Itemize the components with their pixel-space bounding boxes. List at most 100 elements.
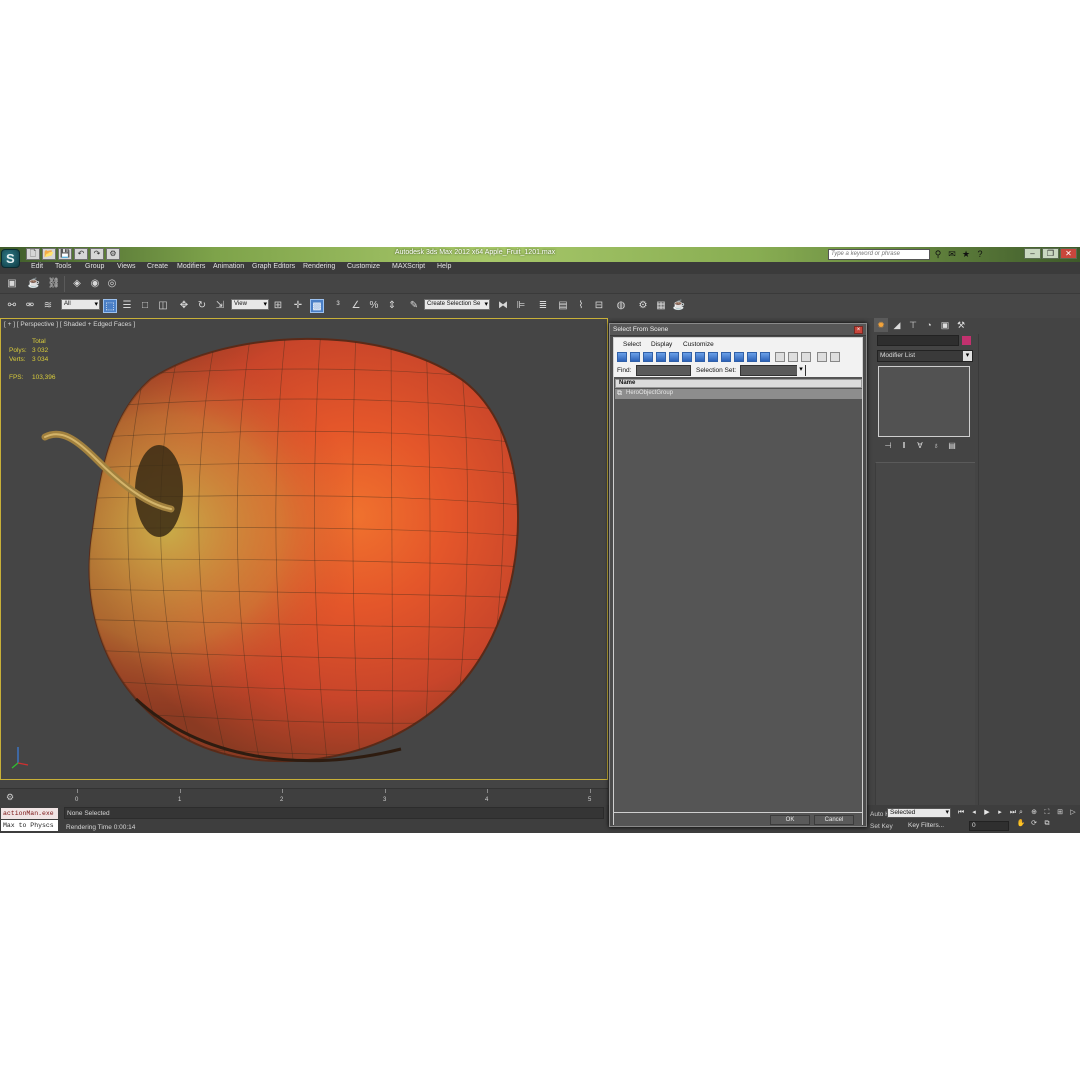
select-all-icon[interactable] — [775, 352, 785, 362]
zoom-extents-all-icon[interactable]: ⊞ — [1054, 808, 1066, 818]
zoom-extents-icon[interactable]: ⛶ — [1041, 808, 1053, 818]
field-of-view-icon[interactable]: ▷ — [1067, 808, 1079, 818]
spinner-snap-icon[interactable]: ⇕ — [385, 299, 399, 313]
select-by-name-icon[interactable]: ☰ — [120, 299, 134, 313]
maximize-viewport-icon[interactable]: ⧉ — [1041, 819, 1053, 829]
column-header[interactable]: Name — [615, 379, 862, 388]
orbit-icon[interactable]: ⟳ — [1028, 819, 1040, 829]
hierarchy-icon[interactable] — [830, 352, 840, 362]
menu-group[interactable]: Group — [85, 263, 104, 270]
make-unique-icon[interactable]: ∀ — [914, 440, 926, 452]
material-editor-icon[interactable]: ◍ — [614, 299, 628, 313]
go-to-start-icon[interactable]: ⏮ — [955, 808, 967, 818]
dialog-close-button[interactable]: × — [854, 326, 863, 334]
selection-set-dropdown[interactable] — [740, 365, 806, 376]
window-crossing-icon[interactable]: ◫ — [156, 299, 170, 313]
timeline[interactable]: ⚙ 0 1 2 3 4 5 — [0, 788, 608, 805]
graphite-ribbon-icon[interactable]: ▤ — [556, 299, 570, 313]
helpers-filter-icon[interactable] — [669, 352, 679, 362]
brush-select-icon[interactable]: ◈ — [70, 277, 84, 291]
xrefs-filter-icon[interactable] — [708, 352, 718, 362]
save-file-icon[interactable]: 💾 — [58, 248, 72, 260]
dialog-menu-select[interactable]: Select — [623, 341, 641, 348]
bind-spacewarp-icon[interactable]: ≋ — [41, 299, 55, 313]
selection-filter-dropdown[interactable]: All — [61, 299, 100, 310]
next-frame-icon[interactable]: ▸ — [994, 808, 1006, 818]
align-icon[interactable]: ⊫ — [514, 299, 528, 313]
modify-tab-icon[interactable]: ◢ — [890, 318, 904, 332]
help-icon[interactable]: ? — [974, 248, 986, 260]
set-key-button[interactable]: Set Key — [870, 823, 893, 830]
curve-editor-icon[interactable]: ⌇ — [574, 299, 588, 313]
render-setup-icon[interactable]: ⚙ — [636, 299, 650, 313]
render-teapot-icon[interactable]: ☕ — [672, 299, 686, 313]
find-input[interactable] — [636, 365, 691, 376]
show-end-result-icon[interactable]: ‖ — [898, 440, 910, 452]
search-input[interactable]: Type a keyword or phrase — [828, 249, 930, 260]
menu-help[interactable]: Help — [437, 263, 451, 270]
pan-icon[interactable]: ✋ — [1015, 819, 1027, 829]
close-button[interactable]: ✕ — [1060, 248, 1077, 259]
link-icon[interactable]: ⛓ — [47, 277, 61, 291]
key-mode-dropdown[interactable]: Selected — [887, 808, 951, 818]
layer-manager-icon[interactable]: ≣ — [536, 299, 550, 313]
groups-filter-icon[interactable] — [695, 352, 705, 362]
hierarchy-tab-icon[interactable]: ⊤ — [906, 318, 920, 332]
edit-named-sets-icon[interactable]: ✎ — [407, 299, 421, 313]
list-item[interactable]: ⧉ HeroObjectGroup — [615, 389, 862, 399]
lights-filter-icon[interactable] — [643, 352, 653, 362]
keyboard-shortcut-icon[interactable]: ▩ — [310, 299, 324, 313]
cancel-button[interactable]: Cancel — [814, 815, 854, 825]
move-icon[interactable]: ✥ — [177, 299, 191, 313]
communication-icon[interactable]: ✉ — [946, 248, 958, 260]
modifier-stack[interactable] — [878, 366, 970, 437]
rotate-icon[interactable]: ↻ — [195, 299, 209, 313]
scale-icon[interactable]: ⇲ — [213, 299, 227, 313]
project-folder-icon[interactable]: ⚙ — [106, 248, 120, 260]
menu-graph-editors[interactable]: Graph Editors — [252, 263, 295, 270]
ok-button[interactable]: OK — [770, 815, 810, 825]
menu-maxscript[interactable]: MAXScript — [392, 263, 425, 270]
containers-filter-icon[interactable] — [734, 352, 744, 362]
trackbar-icon[interactable]: ⚙ — [6, 792, 14, 803]
select-none-icon[interactable] — [788, 352, 798, 362]
menu-create[interactable]: Create — [147, 263, 168, 270]
viewport-label[interactable]: [ + ] [ Perspective ] [ Shaded + Edged F… — [4, 321, 135, 328]
angle-snap-icon[interactable]: ∠ — [349, 299, 363, 313]
geometry-filter-icon[interactable] — [617, 352, 627, 362]
select-link-icon[interactable]: ⚯ — [5, 299, 19, 313]
app-menu-button[interactable]: S — [1, 249, 20, 268]
undo-icon[interactable]: ↶ — [74, 248, 88, 260]
maximize-button[interactable]: ❐ — [1042, 248, 1059, 259]
menu-customize[interactable]: Customize — [347, 263, 380, 270]
snap-toggle-icon[interactable]: ³ — [331, 299, 345, 313]
configure-sets-icon[interactable]: ▤ — [946, 440, 958, 452]
pivot-center-icon[interactable]: ⊞ — [271, 299, 285, 313]
display-tab-icon[interactable]: ▣ — [938, 318, 952, 332]
motion-tab-icon[interactable]: ◔ — [922, 318, 936, 332]
pin-stack-icon[interactable]: ⊣ — [882, 440, 894, 452]
binoculars-icon[interactable]: ⚲ — [932, 248, 944, 260]
new-file-icon[interactable]: 🗋 — [26, 248, 40, 260]
remove-modifier-icon[interactable]: ♁ — [930, 440, 942, 452]
key-filters-button[interactable]: Key Filters... — [908, 822, 944, 829]
dialog-title-bar[interactable]: Select From Scene × — [610, 324, 866, 336]
open-file-icon[interactable]: 📂 — [42, 248, 56, 260]
mirror-icon[interactable]: ⧓ — [496, 299, 510, 313]
redo-icon[interactable]: ↷ — [90, 248, 104, 260]
play-icon[interactable]: ▶ — [981, 808, 993, 818]
rect-region-icon[interactable]: □ — [138, 299, 152, 313]
menu-views[interactable]: Views — [117, 263, 136, 270]
frozen-filter-icon[interactable] — [747, 352, 757, 362]
menu-animation[interactable]: Animation — [213, 263, 244, 270]
hidden-filter-icon[interactable] — [760, 352, 770, 362]
unlink-icon[interactable]: ⚮ — [23, 299, 37, 313]
utilities-tab-icon[interactable]: ⚒ — [954, 318, 968, 332]
spacewarps-filter-icon[interactable] — [682, 352, 692, 362]
modifier-list-dropdown[interactable]: Modifier List ▾ — [877, 350, 973, 362]
dialog-menu-customize[interactable]: Customize — [683, 341, 714, 348]
object-color-swatch[interactable] — [962, 336, 971, 345]
ref-coord-dropdown[interactable]: View — [231, 299, 269, 310]
teapot-icon[interactable]: ☕ — [27, 277, 41, 291]
schematic-view-icon[interactable]: ⊟ — [592, 299, 606, 313]
